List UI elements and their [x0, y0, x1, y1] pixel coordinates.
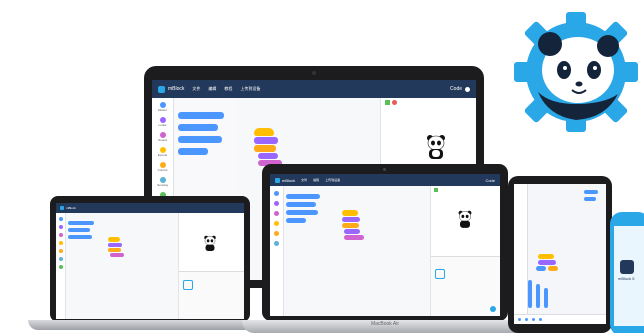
- palette-block[interactable]: [178, 136, 222, 143]
- sprite-panel: [179, 271, 244, 319]
- menu-bar: 文件 编辑 上传到设备: [301, 178, 340, 182]
- category-sound[interactable]: Sound: [152, 132, 173, 142]
- category-looks[interactable]: Looks: [152, 117, 173, 127]
- laptop-sidebar: [56, 213, 66, 319]
- motion-block[interactable]: [536, 284, 540, 308]
- palette-block[interactable]: [286, 210, 318, 215]
- macbook-stage: [430, 186, 500, 316]
- event-hat-block[interactable]: [342, 210, 358, 216]
- menu-upload[interactable]: 上传到设备: [325, 178, 340, 182]
- category-sensing[interactable]: Sensing: [152, 177, 173, 187]
- category-motion[interactable]: Motion: [152, 102, 173, 112]
- palette-block[interactable]: [178, 112, 224, 119]
- palette-block[interactable]: [68, 228, 90, 232]
- menu-file[interactable]: 文件: [301, 178, 307, 182]
- control-block[interactable]: [254, 145, 276, 152]
- menu-upload[interactable]: 上传到设备: [240, 86, 260, 92]
- panda-sprite: [204, 235, 216, 251]
- tablet-bottom-bar: [514, 314, 606, 324]
- camera-icon: [383, 168, 386, 171]
- app-name: mBlock: [168, 86, 185, 92]
- phone-app-label: mBlock 5: [618, 276, 635, 281]
- laptop-code-area[interactable]: [66, 213, 178, 319]
- menu-edit[interactable]: 编辑: [208, 86, 216, 92]
- mblock-panda-logo: [514, 12, 638, 132]
- mblock-logo-icon: [158, 85, 165, 93]
- palette-block[interactable]: [584, 190, 598, 194]
- panda-sprite: [427, 135, 445, 159]
- menu-tutorials[interactable]: 教程: [224, 86, 232, 92]
- tool-icon[interactable]: [532, 318, 535, 321]
- tool-icon[interactable]: [525, 318, 528, 321]
- laptop-toolbar: mBlock: [56, 203, 244, 213]
- palette-block[interactable]: [68, 221, 94, 225]
- palette-block[interactable]: [286, 202, 316, 207]
- motion-block[interactable]: [528, 280, 532, 308]
- laptop-stage: [178, 213, 244, 319]
- mblock-logo-icon: [275, 177, 280, 183]
- macbook-brand: MacBook Air: [370, 321, 400, 327]
- palette-block[interactable]: [178, 148, 208, 155]
- category-control[interactable]: Control: [152, 162, 173, 172]
- looks-block[interactable]: [110, 253, 124, 257]
- mode-label[interactable]: Code: [450, 86, 462, 92]
- palette-block[interactable]: [584, 197, 596, 201]
- tool-icon[interactable]: [539, 318, 542, 321]
- green-flag-icon[interactable]: [385, 100, 390, 105]
- control-block[interactable]: [342, 223, 359, 228]
- palette-block[interactable]: [286, 194, 320, 199]
- stop-icon[interactable]: [392, 100, 397, 105]
- laptop-base: [28, 320, 272, 330]
- macbook-screen: mBlock 文件 编辑 上传到设备 Code: [270, 174, 500, 316]
- palette-block[interactable]: [286, 218, 306, 223]
- looks-block[interactable]: [258, 153, 278, 159]
- mode-label[interactable]: Code: [485, 178, 495, 183]
- laptop-app-name: mBlock: [66, 206, 76, 210]
- palette-block[interactable]: [178, 124, 218, 131]
- macbook-toolbar: mBlock 文件 编辑 上传到设备 Code: [270, 174, 500, 186]
- green-flag-icon[interactable]: [434, 188, 438, 192]
- mblock-app-icon[interactable]: [620, 260, 634, 274]
- menu-bar: 文件 编辑 教程 上传到设备: [192, 86, 260, 92]
- sprite-panel: [431, 256, 500, 316]
- camera-icon: [312, 71, 316, 75]
- looks-block[interactable]: [344, 235, 364, 240]
- looks-block[interactable]: [342, 217, 360, 222]
- macbook-base: MacBook Air: [242, 320, 528, 333]
- add-sprite-icon[interactable]: [490, 306, 496, 312]
- macbook-sidebar: [270, 186, 284, 316]
- palette-block[interactable]: [68, 235, 92, 239]
- motion-block[interactable]: [536, 266, 546, 271]
- looks-block[interactable]: [344, 229, 360, 234]
- category-events[interactable]: Events: [152, 147, 173, 157]
- looks-block[interactable]: [108, 243, 122, 247]
- macbook-app-name: mBlock: [282, 177, 296, 183]
- menu-edit[interactable]: 编辑: [313, 178, 319, 182]
- tablet-block-palette: [514, 184, 528, 324]
- tool-icon[interactable]: [518, 318, 521, 321]
- looks-block[interactable]: [538, 260, 556, 265]
- phone-screen: mBlock 5: [614, 226, 644, 326]
- event-hat-block[interactable]: [538, 254, 554, 259]
- mblock-logo-icon: [60, 206, 64, 210]
- looks-block[interactable]: [254, 137, 278, 144]
- motion-block[interactable]: [544, 288, 548, 308]
- control-block[interactable]: [108, 248, 121, 252]
- mode-toggle-icon[interactable]: [465, 86, 470, 92]
- sprite-thumb[interactable]: [183, 280, 193, 290]
- tablet-screen: [514, 184, 606, 324]
- menu-file[interactable]: 文件: [192, 86, 200, 92]
- event-hat-block[interactable]: [108, 237, 120, 242]
- top-toolbar: mBlock 文件 编辑 教程 上传到设备 Code: [152, 80, 476, 98]
- laptop-screen: mBlock: [56, 203, 244, 319]
- macbook-code-area[interactable]: [284, 186, 430, 316]
- sprite-thumb[interactable]: [435, 269, 445, 279]
- panda-sprite: [458, 210, 472, 228]
- control-block[interactable]: [548, 266, 558, 271]
- product-showcase: mBlock 文件 编辑 教程 上传到设备 Code Motion Looks …: [0, 0, 644, 333]
- event-hat-block[interactable]: [254, 128, 274, 136]
